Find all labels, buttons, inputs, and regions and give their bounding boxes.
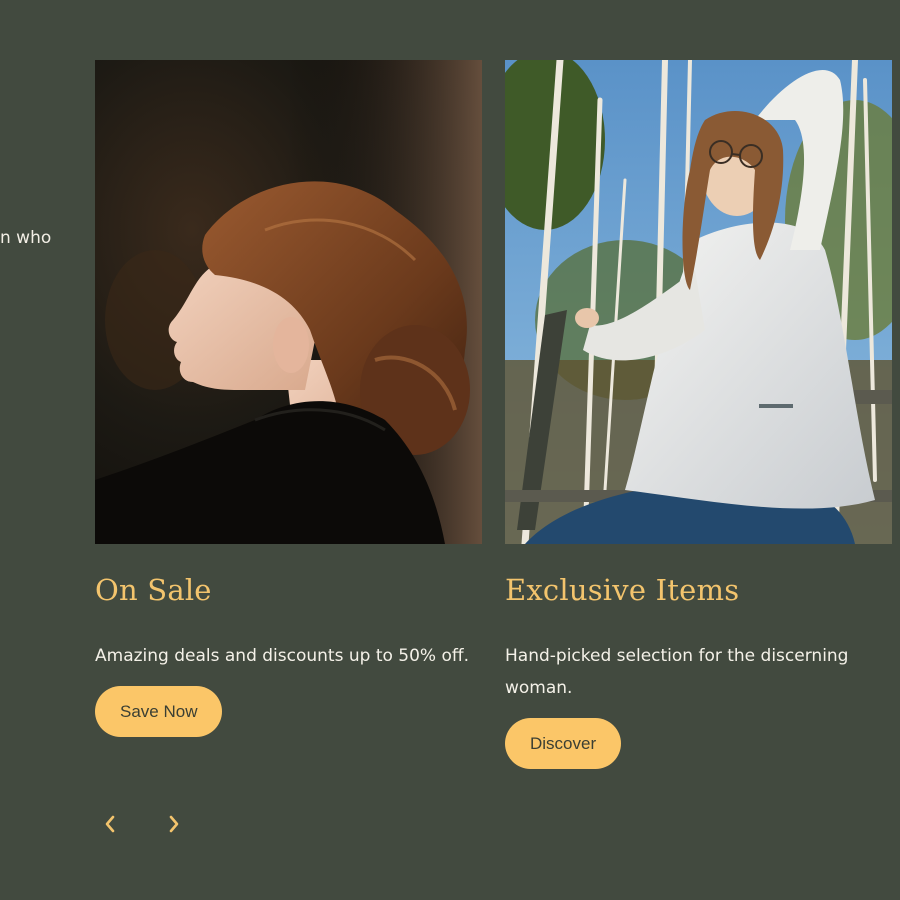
carousel-next-button[interactable] <box>164 810 184 838</box>
slide-image-on-sale <box>95 60 482 544</box>
slide-description: Hand-picked selection for the discerning… <box>505 646 849 698</box>
intro-text-fragment: n who <box>0 228 52 248</box>
carousel-controls <box>100 810 184 838</box>
chevron-right-icon <box>169 815 179 833</box>
slide-description: Amazing deals and discounts up to 50% of… <box>95 646 469 666</box>
chevron-left-icon <box>105 815 115 833</box>
slide-title: On Sale <box>95 573 212 607</box>
carousel-prev-button[interactable] <box>100 810 120 838</box>
slide-card-on-sale: On Sale Amazing deals and discounts up t… <box>95 60 482 737</box>
save-now-button[interactable]: Save Now <box>95 686 223 737</box>
slide-title: Exclusive Items <box>505 573 740 607</box>
featured-collections-section: n who On Sale Amazing deals and discount… <box>0 0 900 900</box>
slide-card-exclusive-items: Exclusive Items Hand-picked selection fo… <box>505 60 892 769</box>
discover-button[interactable]: Discover <box>505 718 622 769</box>
slide-image-exclusive-items <box>505 60 892 544</box>
